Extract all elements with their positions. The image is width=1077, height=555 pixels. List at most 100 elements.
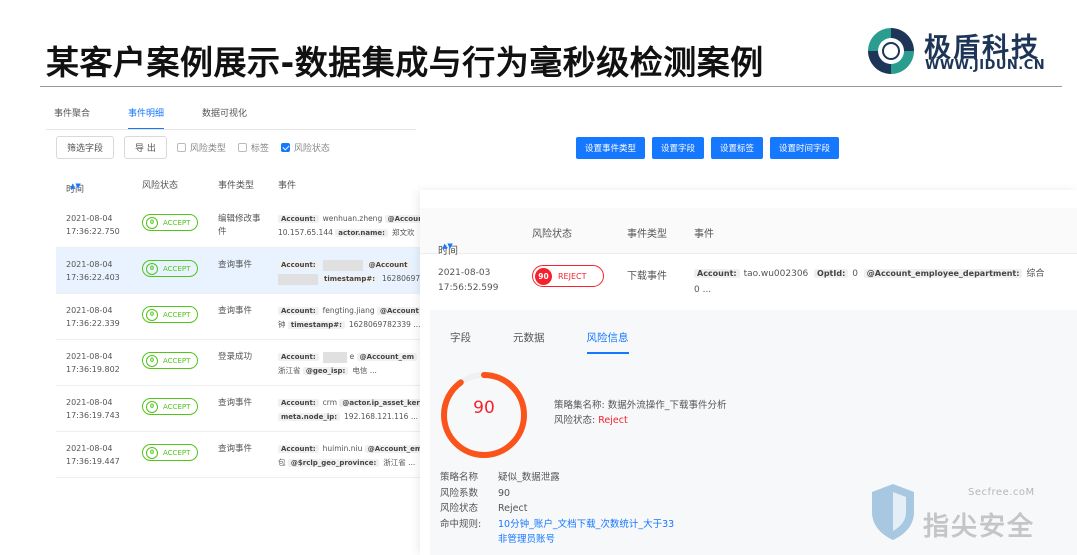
row-event-type: 查询事件 <box>218 444 253 454</box>
field-value: 浙江省 ... <box>383 458 416 467</box>
hit-rule-link[interactable]: 非管理员账号 <box>498 532 555 548</box>
table-row[interactable]: 2021-08-04 17:36:22.339 0 ACCEPT 查询事件 Acco… <box>56 294 426 340</box>
row-clock: 17:36:19.802 <box>66 365 120 374</box>
checkbox-box[interactable] <box>176 142 186 152</box>
field-tag: timestamp#: <box>287 321 345 329</box>
field-tag: Account: <box>694 269 740 278</box>
risk-status: ACCEPT <box>163 264 191 273</box>
shield-icon <box>872 484 914 540</box>
field-tag: @actor.ip_asset_kerne <box>339 399 426 407</box>
table-row[interactable]: 2021-08-04 17:36:19.447 0 ACCEPT 查询事件 Acco… <box>56 432 426 478</box>
row-clock: 17:56:52.599 <box>438 283 499 293</box>
row-event-type: 查询事件 <box>218 260 253 270</box>
risk-status-checkbox[interactable]: 风险状态 <box>280 141 330 154</box>
info-value: 疑似_数据泄露 <box>498 472 560 483</box>
row-time: 2021-08-04 17:36:22.339 <box>66 304 120 330</box>
row-clock: 17:36:22.750 <box>66 227 120 236</box>
row-date: 2021-08-04 <box>66 214 113 223</box>
risk-status-value: Reject <box>598 415 628 426</box>
redacted-value <box>278 273 318 285</box>
row-date: 2021-08-03 <box>438 268 491 278</box>
field-tag: actor.name: <box>335 229 388 237</box>
policy-set-label: 策略集名称: <box>554 400 605 411</box>
tab-event-aggregation[interactable]: 事件聚合 <box>54 106 90 130</box>
row-date: 2021-08-04 <box>66 352 113 361</box>
detail-tabs: 字段 元数据 风险信息 <box>450 330 671 354</box>
table-row[interactable]: 2021-08-04 17:36:19.743 0 ACCEPT 查询事件 Acco… <box>56 386 426 432</box>
policy-set-value: 数据外流操作_下载事件分析 <box>607 400 727 411</box>
export-button[interactable]: 导 出 <box>124 135 167 159</box>
table-row[interactable]: 2021-08-03 17:56:52.599 90 REJECT 下载事件 Acc… <box>420 254 1077 302</box>
hit-rule-link[interactable]: 10分钟_账户_文档下载_次数统计_大于33 <box>498 517 674 533</box>
field-tag: @Account_employee_department: <box>863 269 1023 278</box>
set-field-button[interactable]: 设置字段 <box>652 137 705 159</box>
field-value: 浙江省 <box>278 366 301 375</box>
risk-status: ACCEPT <box>163 402 191 411</box>
row-event: Account: e @Account_em 浙江省 @geo_isp: 电信 ..… <box>278 350 426 378</box>
tab-fields[interactable]: 字段 <box>450 330 471 354</box>
row-time: 2021-08-03 17:56:52.599 <box>438 266 498 296</box>
risk-status: ACCEPT <box>163 218 191 227</box>
field-tag: OptId: <box>814 269 849 278</box>
row-clock: 17:36:19.743 <box>66 411 120 420</box>
view-tabs: 事件聚合 事件明细 数据可视化 <box>54 106 285 130</box>
status-badge: 90 REJECT <box>532 265 604 287</box>
watermark: Secfree.coM 指尖安全 <box>862 478 1077 555</box>
field-tag: timestamp#: <box>321 275 378 283</box>
tab-metadata[interactable]: 元数据 <box>513 330 545 354</box>
checkbox-label: 标签 <box>250 143 269 154</box>
table-row[interactable]: 2021-08-04 17:36:19.802 0 ACCEPT 登录成功 Acco… <box>56 340 426 386</box>
checkbox-box-checked[interactable] <box>280 142 290 152</box>
table-row[interactable]: 2021-08-04 17:36:22.750 0 ACCEPT 编辑修改事件 Ac… <box>56 202 426 248</box>
row-event-type: 查询事件 <box>218 306 253 316</box>
row-clock: 17:36:22.339 <box>66 319 120 328</box>
field-value: 192.168.121.116 ... <box>344 412 418 421</box>
slide-title: 某客户案例展示-数据集成与行为毫秒级检测案例 <box>46 43 764 82</box>
field-tag: @$rclp_geo_province: <box>287 459 380 467</box>
jidun-logo-icon <box>868 28 914 74</box>
field-tag: @Account <box>377 307 422 315</box>
tab-data-visualization[interactable]: 数据可视化 <box>202 106 247 130</box>
sort-icon[interactable]: ▲▼ <box>70 182 81 190</box>
field-tag: Account: <box>278 353 319 361</box>
row-time: 2021-08-04 17:36:22.403 <box>66 258 120 284</box>
row-event: Account: tao.wu002306 OptId: 0 @Account_em… <box>694 266 1077 298</box>
risk-score: 0 <box>146 262 158 275</box>
row-clock: 17:36:19.447 <box>66 457 120 466</box>
field-value: tao.wu002306 <box>743 269 809 279</box>
field-value: 综合 <box>1026 269 1045 279</box>
risk-type-checkbox[interactable]: 风险类型 <box>176 141 226 154</box>
tabs-divider <box>46 129 416 130</box>
filter-fields-button[interactable]: 筛选字段 <box>56 135 115 159</box>
risk-status: REJECT <box>558 271 587 281</box>
field-value: 10.157.65.144 <box>278 228 333 237</box>
info-value: 90 <box>498 487 511 499</box>
table-row-selected[interactable]: 2021-08-04 17:36:22.403 0 ACCEPT 查询事件 Acco… <box>56 248 426 294</box>
tab-risk-info[interactable]: 风险信息 <box>586 330 629 354</box>
set-tag-button[interactable]: 设置标签 <box>711 137 764 159</box>
watermark-name: 指尖安全 <box>923 512 1036 542</box>
field-tag: meta.node_ip: <box>278 413 341 421</box>
row-event: Account: fengting.jiang @Account 钟 timest… <box>278 304 426 332</box>
set-event-type-button[interactable]: 设置事件类型 <box>576 137 646 159</box>
field-tag: Account: <box>278 399 319 407</box>
gauge-score: 90 <box>473 398 495 418</box>
field-value: 1628069782339 ... <box>348 320 421 329</box>
company-logo: 极盾科技 WWW.JIDUN.CN <box>864 24 1064 80</box>
info-key-spacer <box>440 532 498 548</box>
field-value: 0 <box>852 269 859 279</box>
field-value: huimin.niu <box>322 444 363 453</box>
field-tag: Account: <box>278 215 319 223</box>
sort-icon[interactable]: ▲▼ <box>442 242 453 250</box>
risk-score: 90 <box>535 267 552 285</box>
redacted-value <box>322 259 363 271</box>
title-divider <box>40 86 1062 87</box>
policy-summary: 策略集名称: 数据外流操作_下载事件分析 风险状态: Reject <box>554 398 727 428</box>
row-event: Account:@Account timestamp#:162806978240… <box>278 258 426 286</box>
checkbox-box[interactable] <box>237 142 247 152</box>
set-time-field-button[interactable]: 设置时间字段 <box>770 137 840 159</box>
field-value: 钟 <box>278 320 286 329</box>
tab-event-detail[interactable]: 事件明细 <box>128 106 165 130</box>
risk-status: ACCEPT <box>163 310 191 319</box>
tag-checkbox[interactable]: 标签 <box>237 141 269 154</box>
